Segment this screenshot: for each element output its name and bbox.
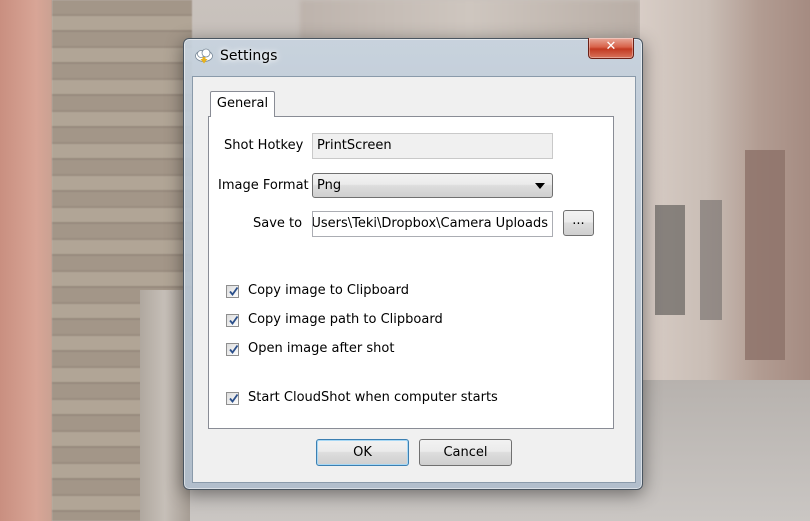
checkbox-icon[interactable] [226, 285, 239, 298]
settings-window: Settings ✕ General Shot Hotkey PrintScre… [183, 38, 643, 490]
background-door [745, 150, 785, 360]
cancel-button[interactable]: Cancel [419, 439, 512, 466]
shot-hotkey-field[interactable]: PrintScreen [312, 133, 553, 159]
checkbox-icon[interactable] [226, 343, 239, 356]
save-to-label: Save to [253, 216, 303, 231]
save-to-path-value: C:\Users\Teki\Dropbox\Camera Uploads [312, 216, 548, 231]
ok-button[interactable]: OK [316, 439, 409, 466]
background-street [300, 0, 640, 40]
dropdown-arrow-icon [535, 183, 545, 189]
background-wall [0, 0, 52, 521]
checkbox-icon[interactable] [226, 314, 239, 327]
dialog-client-area: General Shot Hotkey PrintScreen Image Fo… [192, 76, 636, 483]
image-format-label: Image Format [218, 178, 309, 193]
save-to-path-input[interactable]: C:\Users\Teki\Dropbox\Camera Uploads [312, 211, 553, 237]
cloud-app-icon [194, 47, 214, 65]
title-bar[interactable]: Settings ✕ [184, 38, 642, 73]
checkbox-label: Copy image to Clipboard [248, 283, 410, 298]
checkbox-label: Copy image path to Clipboard [248, 312, 443, 327]
image-format-value: Png [317, 178, 342, 193]
checkbox-label: Open image after shot [248, 341, 395, 356]
shot-hotkey-label: Shot Hotkey [224, 138, 304, 153]
image-format-select[interactable]: Png [312, 173, 553, 198]
general-tab-panel: Shot Hotkey PrintScreen Image Format Png… [208, 116, 614, 429]
window-title: Settings [220, 48, 278, 64]
background-window [700, 200, 722, 320]
tab-general[interactable]: General [210, 91, 275, 117]
checkbox-icon[interactable] [226, 392, 239, 405]
browse-button[interactable]: ... [563, 210, 594, 236]
close-button[interactable]: ✕ [588, 38, 634, 59]
checkbox-label: Start CloudShot when computer starts [248, 390, 498, 405]
background-window [655, 205, 685, 315]
